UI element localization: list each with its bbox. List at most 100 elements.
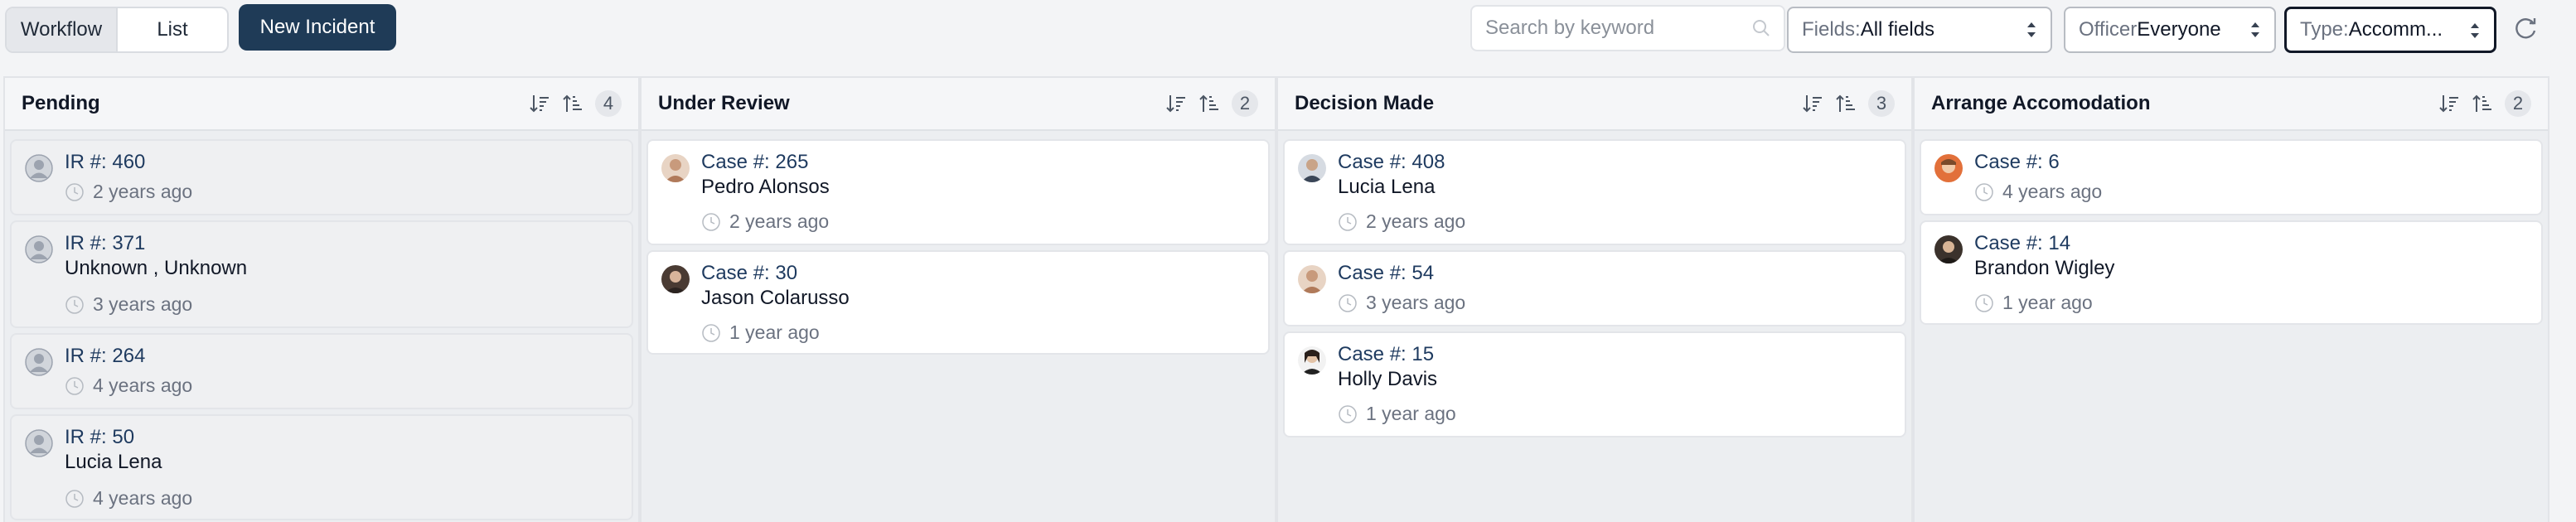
card-name: Brandon Wigley [1974,257,2115,279]
card-time: 2 years ago [1338,210,1465,233]
refresh-icon[interactable] [2511,15,2540,43]
clock-icon [65,489,84,508]
card-time-text: 3 years ago [1366,292,1466,313]
sort-descending-icon[interactable] [2438,93,2460,114]
card-name: Lucia Lena [65,451,162,473]
card-time: 2 years ago [701,210,829,233]
card-time: 2 years ago [65,181,192,203]
case-card[interactable]: Case #: 14 Brandon Wigley 1 year ago [1920,220,2543,325]
sort-ascending-icon[interactable] [2472,93,2493,114]
case-card[interactable]: Case #: 15 Holly Davis 1 year ago [1283,331,1906,437]
case-card[interactable]: Case #: 30 Jason Colarusso 1 year ago [646,250,1270,355]
sort-descending-icon[interactable] [1802,93,1823,114]
card-time: 1 year ago [1338,403,1456,425]
card-name: Unknown , Unknown [65,257,248,279]
workflow-board: Pending 4 IR #: 460 2 years ago IR #: 37… [3,76,2549,522]
card-id[interactable]: Case #: 30 [701,262,797,285]
avatar [1934,154,1963,182]
column-header: Pending 4 [5,78,638,131]
card-id[interactable]: IR #: 50 [65,426,134,449]
avatar [661,265,690,293]
card-time-text: 4 years ago [2002,181,2103,202]
avatar [1934,235,1963,263]
fields-select-label: Fields: [1802,18,1861,41]
card-id[interactable]: Case #: 54 [1338,262,1434,285]
view-toggle: Workflow List [5,7,229,53]
column-title: Arrange Accomodation [1931,92,2151,114]
officer-select-value: Everyone [2137,18,2221,41]
tab-workflow[interactable]: Workflow [7,8,118,51]
clock-icon [1339,404,1357,423]
clock-icon [702,323,720,342]
card-time-text: 2 years ago [93,181,193,202]
sort-descending-icon[interactable] [1165,93,1187,114]
clock-icon [1339,293,1357,312]
card-time-text: 2 years ago [729,210,830,232]
column-count-badge: 4 [595,90,622,117]
card-id[interactable]: IR #: 264 [65,345,145,368]
card-time-text: 1 year ago [2002,292,2093,313]
card-time: 1 year ago [1974,292,2093,314]
card-time-text: 1 year ago [729,321,820,343]
avatar-placeholder [25,235,53,263]
sort-descending-icon[interactable] [529,93,550,114]
sort-ascending-icon[interactable] [1835,93,1857,114]
avatar [1298,154,1326,182]
avatar [1298,265,1326,293]
card-time: 4 years ago [65,375,192,397]
card-time-text: 2 years ago [1366,210,1466,232]
card-name: Pedro Alonsos [701,176,830,198]
column-title: Under Review [658,92,790,114]
sort-ascending-icon[interactable] [1198,93,1220,114]
case-card[interactable]: Case #: 6 4 years ago [1920,139,2543,215]
column-header: Arrange Accomodation 2 [1915,78,2548,131]
column-title: Decision Made [1295,92,1435,114]
column-count-badge: 3 [1868,90,1895,117]
column-header: Under Review 2 [642,78,1275,131]
clock-icon [65,376,84,395]
card-id[interactable]: Case #: 408 [1338,151,1445,174]
card-time-text: 1 year ago [1366,403,1456,424]
incident-card[interactable]: IR #: 371 Unknown , Unknown 3 years ago [10,220,633,328]
column-under-review: Under Review 2 Case #: 265 Pedro Alonsos… [640,76,1276,522]
card-time: 3 years ago [65,293,192,316]
incident-card[interactable]: IR #: 50 Lucia Lena 4 years ago [10,414,633,520]
card-time-text: 3 years ago [93,293,193,315]
column-count-badge: 2 [1232,90,1258,117]
case-card[interactable]: Case #: 265 Pedro Alonsos 2 years ago [646,139,1270,245]
column-decision-made: Decision Made 3 Case #: 408 Lucia Lena 2… [1276,76,1913,522]
search-input[interactable] [1485,17,1752,40]
case-card[interactable]: Case #: 54 3 years ago [1283,250,1906,326]
search-box [1470,5,1785,51]
avatar-placeholder [25,154,53,182]
sort-ascending-icon[interactable] [562,93,583,114]
column-header: Decision Made 3 [1278,78,1911,131]
card-time-text: 4 years ago [93,487,193,509]
card-id[interactable]: Case #: 15 [1338,343,1434,366]
clock-icon [702,212,720,231]
incident-card[interactable]: IR #: 264 4 years ago [10,333,633,409]
column-count-badge: 2 [2505,90,2531,117]
fields-select[interactable]: Fields: All fields [1787,7,2052,53]
case-card[interactable]: Case #: 408 Lucia Lena 2 years ago [1283,139,1906,245]
card-id[interactable]: Case #: 14 [1974,232,2070,255]
officer-select[interactable]: Officer Everyone [2064,7,2276,53]
clock-icon [1975,293,1993,312]
card-id[interactable]: Case #: 6 [1974,151,2060,174]
column-pending: Pending 4 IR #: 460 2 years ago IR #: 37… [3,76,640,522]
fields-select-value: All fields [1860,18,1935,41]
card-time: 4 years ago [65,487,192,510]
card-id[interactable]: IR #: 371 [65,232,145,255]
card-id[interactable]: Case #: 265 [701,151,808,174]
type-select[interactable]: Type: Accomm... [2284,7,2496,53]
card-name: Lucia Lena [1338,176,1436,198]
select-caret-icon [2471,23,2479,38]
card-name: Jason Colarusso [701,287,850,309]
avatar-placeholder [25,429,53,457]
card-id[interactable]: IR #: 460 [65,151,145,174]
tab-list[interactable]: List [118,8,227,51]
card-time-text: 4 years ago [93,375,193,396]
avatar [1298,346,1326,375]
incident-card[interactable]: IR #: 460 2 years ago [10,139,633,215]
new-incident-button[interactable]: New Incident [239,4,396,51]
